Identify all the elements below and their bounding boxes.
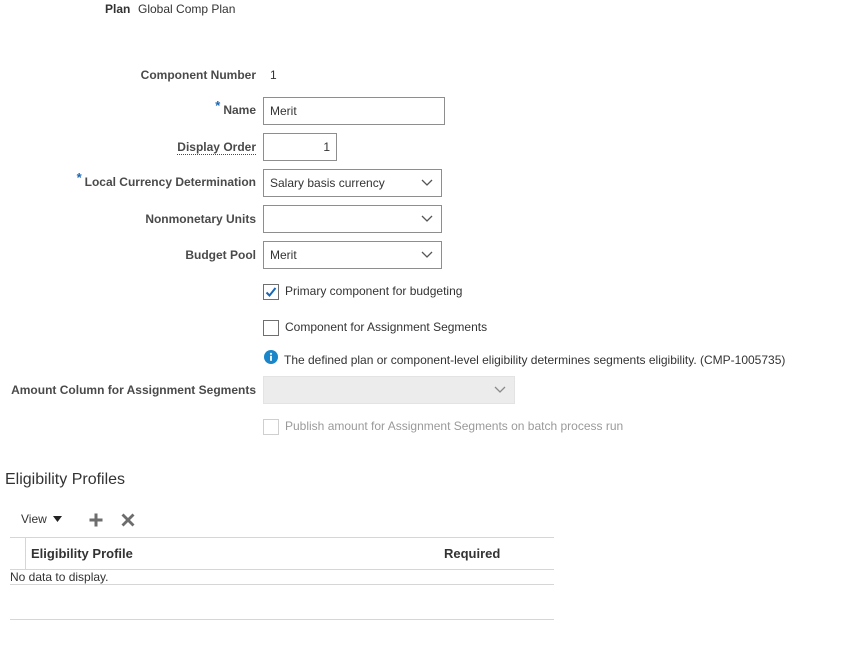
display-order-label: Display Order (177, 140, 256, 155)
publish-amount-label: Publish amount for Assignment Segments o… (285, 419, 624, 433)
required-marker: * (215, 98, 221, 113)
chevron-down-icon (421, 251, 433, 258)
name-label: Name (223, 103, 256, 117)
assignment-segments-checkbox[interactable] (263, 320, 279, 336)
info-icon (264, 350, 278, 364)
caret-down-icon[interactable] (53, 516, 62, 522)
primary-component-label: Primary component for budgeting (285, 284, 463, 298)
table-row-header-divider (25, 537, 26, 569)
budget-pool-value: Merit (270, 248, 297, 262)
plan-value: Global Comp Plan (138, 2, 236, 16)
view-label: View (21, 512, 47, 526)
local-currency-value: Salary basis currency (270, 176, 385, 190)
name-label-row: * Name (215, 98, 256, 117)
chevron-down-icon (421, 179, 433, 186)
required-marker: * (76, 170, 82, 185)
table-bottom-border (10, 619, 554, 620)
view-menu-button[interactable]: View (21, 512, 47, 526)
component-number-value: 1 (270, 68, 277, 82)
amount-column-select[interactable] (263, 376, 515, 404)
checkmark-icon (265, 287, 277, 297)
add-icon[interactable] (89, 513, 103, 527)
amount-column-label: Amount Column for Assignment Segments (11, 383, 256, 397)
chevron-down-icon (494, 386, 506, 393)
budget-pool-select[interactable]: Merit (263, 241, 442, 269)
component-number-label: Component Number (140, 68, 256, 82)
plan-label: Plan (105, 2, 131, 16)
eligibility-profiles-title: Eligibility Profiles (5, 471, 126, 488)
chevron-down-icon (421, 215, 433, 222)
local-currency-select[interactable]: Salary basis currency (263, 169, 442, 197)
table-empty-message: No data to display. (10, 570, 109, 584)
local-currency-label-row: * Local Currency Determination (77, 170, 256, 189)
display-order-label-row: Display Order (177, 140, 256, 155)
nonmonetary-units-label: Nonmonetary Units (145, 212, 256, 226)
table-top-border (10, 537, 554, 538)
display-order-input[interactable]: 1 (263, 133, 337, 161)
publish-amount-checkbox[interactable] (263, 419, 279, 435)
name-input[interactable]: Merit (263, 97, 445, 125)
delete-icon[interactable] (121, 513, 135, 527)
column-header-required[interactable]: Required (444, 546, 500, 561)
info-message: The defined plan or component-level elig… (284, 353, 786, 367)
primary-component-checkbox[interactable] (263, 284, 279, 300)
local-currency-label: Local Currency Determination (84, 175, 256, 189)
column-header-eligibility-profile[interactable]: Eligibility Profile (31, 546, 133, 561)
nonmonetary-units-select[interactable] (263, 205, 442, 233)
budget-pool-label: Budget Pool (185, 248, 256, 262)
table-row-border (10, 584, 554, 585)
assignment-segments-label: Component for Assignment Segments (285, 320, 488, 334)
